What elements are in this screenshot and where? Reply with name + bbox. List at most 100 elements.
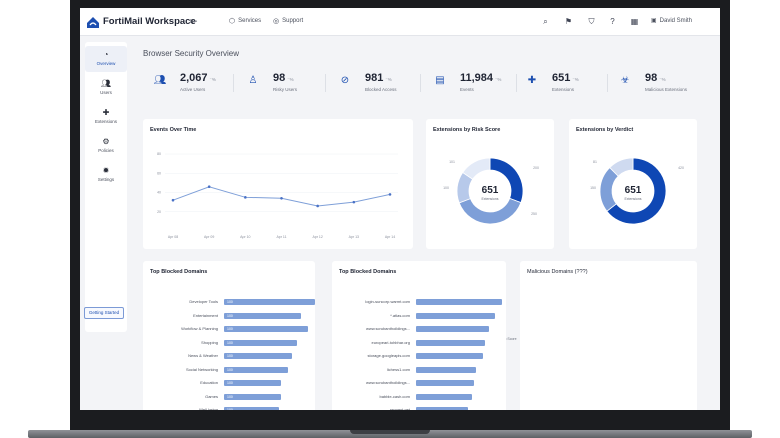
bar-fill: [416, 312, 496, 319]
sidebar-item-policies[interactable]: ⚙ Policies: [85, 133, 127, 159]
sidebar-item-users[interactable]: 👥︎ Users: [85, 75, 127, 101]
stat-trend: ⁻%: [287, 77, 294, 82]
donut-slice[interactable]: [599, 167, 619, 212]
apps-icon[interactable]: ▦: [629, 16, 640, 27]
bar-row[interactable]: Games 100: [205, 393, 315, 400]
laptop-base-notch: [350, 430, 430, 434]
policy-icon: ⚙: [102, 137, 110, 146]
stat-trend: ⁻%: [572, 77, 579, 82]
shield-icon[interactable]: ⛉: [586, 16, 597, 27]
help-icon[interactable]: ?: [607, 16, 618, 27]
services-link[interactable]: ⬡ Services: [229, 17, 261, 25]
puzzle-icon: ✚: [527, 75, 537, 86]
stat-divider: [420, 74, 421, 92]
bar-value-label: 100: [227, 340, 233, 345]
verdict-card: Extensions by Verdict 651 Extensions 420 15…: [569, 119, 697, 342]
stat-label: Risky Users: [273, 87, 298, 92]
bar-row[interactable]: Well-being 100: [199, 407, 315, 410]
bar-fill: [416, 326, 490, 332]
alert-icon[interactable]: ⚑: [563, 16, 574, 27]
puzzle-icon: ✚: [102, 108, 110, 117]
stat-value: 11,984: [460, 72, 494, 84]
x-tick-label: Apr 11: [276, 235, 286, 239]
collapse-menu-icon[interactable]: ⇤: [190, 16, 198, 27]
bar-row[interactable]: Shopping 100: [201, 339, 315, 346]
data-point[interactable]: [207, 185, 211, 189]
top-blocked-categories-card: Top Blocked Domains Developer Tools 100 En…: [143, 261, 315, 410]
sidebar-item-label: Overview: [96, 61, 116, 66]
search-icon[interactable]: ⌕: [540, 16, 551, 27]
user-menu[interactable]: ▣ David Smith: [651, 17, 692, 25]
x-tick-label: Apr 08: [168, 235, 178, 239]
stat-value: 98: [273, 72, 286, 84]
bar-label: Games: [205, 393, 218, 399]
risk-donut-chart: 651Extensions 200 250 100 101: [443, 157, 539, 225]
bar-value-label: 100: [227, 394, 233, 399]
card-title: Malicious Domains (???): [527, 269, 588, 275]
slice-value-label: 250: [531, 212, 537, 216]
user-avatar-icon: ▣: [651, 18, 657, 24]
app-screen: FortiMail Workspace ⇤ ⬡ Services ◎ Suppo…: [80, 8, 720, 410]
users-icon: 👥︎: [153, 75, 167, 86]
data-point[interactable]: [171, 198, 175, 202]
stat-divider: [233, 74, 234, 92]
bar-fill: [416, 393, 472, 400]
data-point[interactable]: [388, 193, 392, 196]
bar-label: babble-cash.com: [379, 393, 410, 399]
bar-value-label: 100: [227, 381, 233, 385]
slice-value-label: 200: [533, 166, 539, 170]
bar-row[interactable]: babble-cash.com: [380, 393, 502, 400]
bar-row[interactable]: www.scrubanthoildings...: [366, 326, 502, 332]
donut-center-label: Extensions: [481, 197, 498, 201]
slice-value-label: 101: [449, 160, 455, 164]
support-link[interactable]: ◎ Support: [273, 17, 303, 25]
data-point[interactable]: [352, 200, 356, 204]
users-icon: 👥︎: [100, 79, 112, 88]
bar-label: *.atlas.com: [390, 312, 410, 318]
bar-row[interactable]: *.atlas.com: [390, 312, 502, 319]
bar-row[interactable]: europeari-tohbhar.org: [372, 339, 502, 346]
bar-row[interactable]: login-suncorp.warmt.com: [365, 299, 502, 305]
bar-label: europeari-tohbhar.org: [371, 339, 410, 345]
bar-fill: [416, 339, 485, 346]
events-over-time-card: Events Over Time 20 40 60 80 Apr 08 Apr 09 Apr…: [143, 119, 413, 249]
x-tick-label: Apr 12: [313, 235, 323, 239]
bar-fill: [416, 407, 468, 410]
slice-value-label: 150: [590, 186, 596, 190]
stat-value: 981: [365, 72, 384, 84]
data-point[interactable]: [316, 204, 319, 208]
bar-fill: [224, 326, 308, 332]
support-icon: ◎: [273, 18, 280, 25]
sidebar-item-settings[interactable]: ✹ Settings: [85, 162, 127, 188]
donut-center-value: 651: [482, 185, 499, 196]
bar-row[interactable]: Entertainment 100: [193, 312, 315, 319]
data-point[interactable]: [244, 196, 247, 199]
sidebar: ◔ Overview 👥︎ Users ✚ Extensions ⚙ Polic…: [85, 42, 127, 332]
slice-value-label: 420: [678, 166, 684, 170]
bar-row[interactable]: Social Networking 100: [186, 366, 315, 373]
getting-started-button[interactable]: Getting Started: [84, 307, 124, 319]
bar-label: storage.googleapis.com: [367, 353, 410, 358]
bar-row[interactable]: storage.googleapis.com: [368, 353, 502, 359]
bar-row[interactable]: Education 100: [200, 380, 315, 386]
bar-fill: [224, 353, 293, 359]
stat-value: 2,067: [180, 72, 208, 84]
top-blocked-domains-card: Top Blocked Domains login-suncorp.warmt.…: [332, 261, 506, 410]
bar-row[interactable]: Workflow & Planning 100: [181, 326, 315, 332]
x-tick-label: Apr 10: [240, 235, 250, 239]
bar-row[interactable]: lichess1.com: [387, 366, 502, 373]
sidebar-item-extensions[interactable]: ✚ Extensions: [85, 104, 127, 130]
bar-fill: [416, 380, 474, 386]
bar-row[interactable]: www.scrubanthoildings...: [366, 380, 502, 386]
bar-value-label: 100: [227, 408, 233, 410]
bar-label: login-suncorp.warmt.com: [365, 299, 410, 304]
donut-slice[interactable]: [458, 197, 522, 225]
bar-row[interactable]: News & Weather 100: [188, 353, 315, 359]
data-point[interactable]: [280, 196, 283, 200]
bar-label: Workflow & Planning: [181, 326, 218, 331]
sidebar-item-overview[interactable]: ◔ Overview: [85, 46, 127, 72]
bar-fill: [416, 366, 477, 373]
bar-row[interactable]: request.net: [390, 407, 502, 410]
bar-row[interactable]: Developer Tools 100: [189, 299, 315, 305]
bar-label: lichess1.com: [386, 366, 410, 372]
